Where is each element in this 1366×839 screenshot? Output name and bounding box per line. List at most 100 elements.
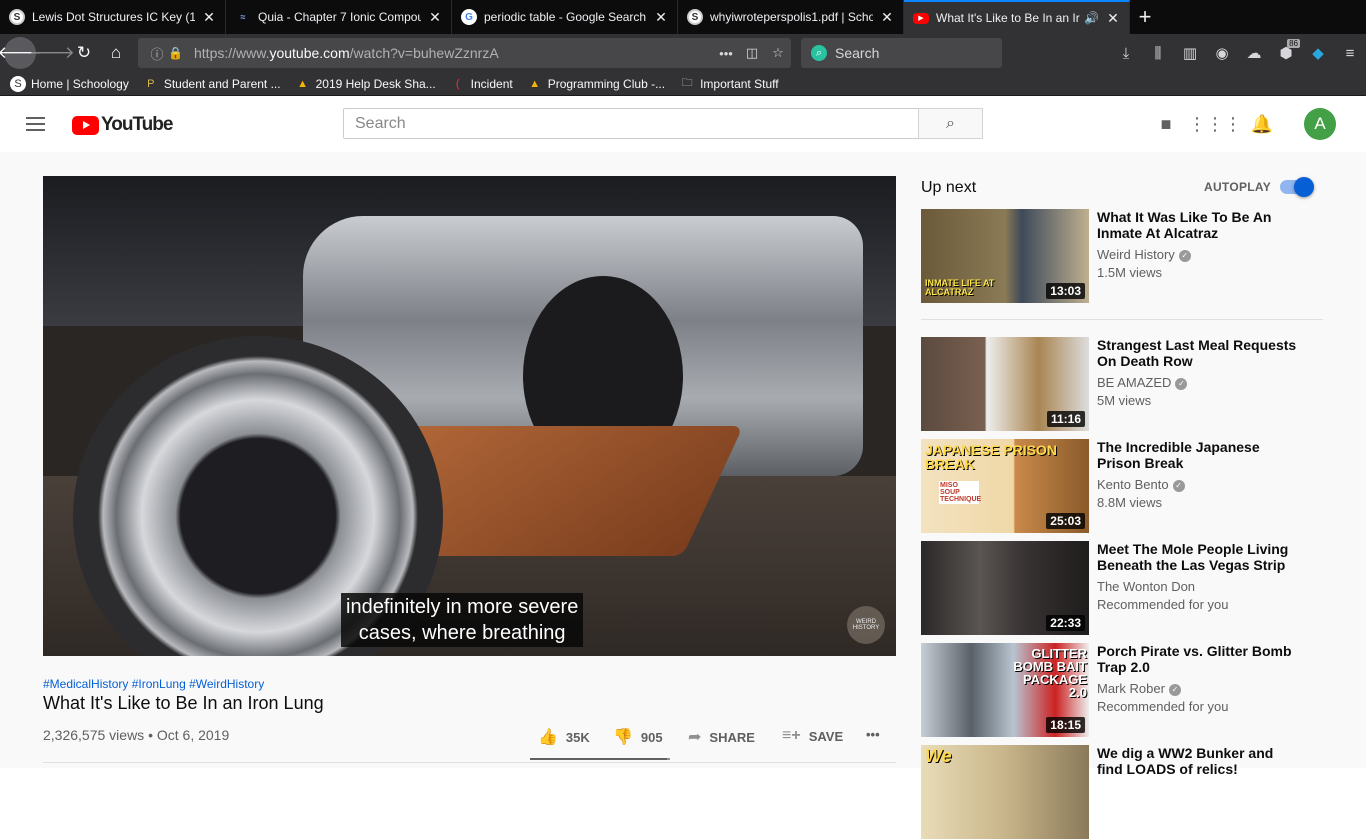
url-bar[interactable]: ⓘ 🔒 https://www.youtube.com/watch?v=buhe…: [138, 38, 791, 68]
thumbs-down-icon: 👎: [613, 729, 633, 746]
navigation-toolbar: 🡐 🡒 ↻ ⌂ ⓘ 🔒 https://www.youtube.com/watc…: [0, 34, 1366, 72]
home-button[interactable]: ⌂: [100, 37, 132, 69]
recommendation-item[interactable]: GLITTER BOMB BAIT PACKAGE 2.0 18:15 Porc…: [921, 643, 1331, 737]
video-hashtags[interactable]: #MedicalHistory #IronLung #WeirdHistory: [43, 677, 264, 691]
browser-search-input[interactable]: ⌕ Search: [801, 38, 1002, 68]
autoplay-label: AUTOPLAY: [1204, 180, 1272, 194]
url-text[interactable]: https://www.youtube.com/watch?v=buhewZzn…: [194, 45, 713, 61]
menu-icon[interactable]: ≡: [1334, 37, 1366, 69]
channel-name[interactable]: Weird History ✓: [1097, 247, 1191, 262]
view-count: 1.5M views: [1097, 265, 1163, 280]
bookmark-student-parent[interactable]: P Student and Parent ...: [143, 76, 280, 92]
page-actions-icon[interactable]: •••: [713, 46, 739, 61]
channel-name[interactable]: Kento Bento ✓: [1097, 477, 1185, 492]
lock-icon[interactable]: 🔒: [168, 46, 186, 60]
schoology-icon: S: [10, 75, 26, 92]
close-icon[interactable]: ✕: [427, 9, 443, 25]
thumbs-up-icon: 👍: [538, 729, 558, 746]
account-icon[interactable]: ◉: [1206, 37, 1238, 69]
toggle-knob[interactable]: [1294, 177, 1314, 197]
share-button[interactable]: ➦ SHARE: [688, 727, 755, 747]
youtube-logo[interactable]: YouTube: [72, 114, 173, 136]
notifications-bell-icon[interactable]: 🔔: [1250, 114, 1274, 134]
video-duration: 18:15: [1046, 717, 1085, 733]
video-duration: 11:16: [1046, 411, 1085, 427]
dropbox-icon[interactable]: ◆: [1302, 37, 1334, 69]
channel-watermark[interactable]: WEIRD HISTORY: [847, 606, 885, 644]
recommendation-title[interactable]: Strangest Last Meal Requests On Death Ro…: [1097, 337, 1297, 369]
hamburger-menu-icon[interactable]: [26, 117, 45, 131]
video-thumbnail[interactable]: 22:33: [921, 541, 1089, 635]
close-icon[interactable]: ✕: [1105, 10, 1121, 26]
tab-lewis-dot[interactable]: S Lewis Dot Structures IC Key (1) ✕: [0, 0, 226, 34]
video-thumbnail[interactable]: We: [921, 745, 1089, 839]
youtube-search-input[interactable]: Search: [343, 108, 919, 139]
google-drive-icon: ▲: [297, 77, 309, 90]
add-playlist-icon: ≡+: [782, 727, 801, 744]
channel-name[interactable]: Mark Rober ✓: [1097, 681, 1181, 696]
bookmark-star-icon[interactable]: ☆: [765, 45, 791, 61]
video-thumbnail[interactable]: INMATE LIFE AT ALCATRAZ 13:03: [921, 209, 1089, 303]
new-tab-button[interactable]: +: [1130, 0, 1160, 34]
more-actions-button[interactable]: •••: [866, 727, 880, 742]
speaker-icon[interactable]: 🔊: [1084, 11, 1099, 25]
ublock-icon[interactable]: ⬢ 86: [1270, 37, 1302, 69]
pocket-icon[interactable]: ◫: [739, 45, 765, 61]
close-icon[interactable]: ✕: [201, 9, 217, 25]
video-duration: 13:03: [1046, 283, 1085, 299]
channel-name[interactable]: The Wonton Don: [1097, 579, 1195, 594]
verified-icon: ✓: [1168, 683, 1181, 696]
search-button[interactable]: ⌕: [918, 108, 983, 139]
video-thumbnail[interactable]: 11:16: [921, 337, 1089, 431]
google-icon: G: [461, 9, 477, 25]
video-thumbnail[interactable]: JAPANESE PRISON BREAK MISO SOUP TECHNIQU…: [921, 439, 1089, 533]
extension-icon[interactable]: ☁: [1238, 37, 1270, 69]
forward-button[interactable]: 🡒: [29, 37, 75, 69]
folder-icon: 🗀: [681, 77, 693, 89]
close-icon[interactable]: ✕: [879, 9, 895, 25]
close-icon[interactable]: ✕: [653, 9, 669, 25]
schoology-icon: S: [687, 9, 703, 25]
tab-persepolis-pdf[interactable]: S whyiwroteperspolis1.pdf | Scho ✕: [678, 0, 904, 34]
bookmark-programming-club[interactable]: ▲ Programming Club -...: [527, 76, 665, 92]
search-engine-icon[interactable]: ⌕: [811, 45, 827, 61]
recommendation-item[interactable]: JAPANESE PRISON BREAK MISO SOUP TECHNIQU…: [921, 439, 1331, 533]
tab-periodic-table[interactable]: G periodic table - Google Search ✕: [452, 0, 678, 34]
bookmark-home-schoology[interactable]: S Home | Schoology: [10, 75, 129, 92]
bookmark-important-stuff[interactable]: 🗀 Important Stuff: [679, 76, 779, 92]
sidebar-icon[interactable]: ▥: [1174, 37, 1206, 69]
recommendation-item[interactable]: We We dig a WW2 Bunker and find LOADS of…: [921, 745, 1331, 839]
tab-strip: S Lewis Dot Structures IC Key (1) ✕ ≈ Qu…: [0, 0, 1366, 34]
dislike-button[interactable]: 👎 905: [613, 727, 663, 747]
bookmark-help-desk[interactable]: ▲ 2019 Help Desk Sha...: [295, 76, 436, 92]
reload-button[interactable]: ↻: [68, 37, 100, 69]
library-icon[interactable]: ⫼: [1142, 37, 1174, 69]
recommendation-title[interactable]: Meet The Mole People Living Beneath the …: [1097, 541, 1297, 573]
autoplay-toggle[interactable]: [1280, 177, 1314, 197]
verified-icon: ✓: [1178, 249, 1191, 262]
portal-icon: P: [147, 77, 155, 90]
channel-name[interactable]: BE AMAZED ✓: [1097, 375, 1188, 390]
like-button[interactable]: 👍 35K: [538, 727, 590, 747]
recommendation-title[interactable]: The Incredible Japanese Prison Break: [1097, 439, 1297, 471]
recommendation-item[interactable]: INMATE LIFE AT ALCATRAZ 13:03 What It Wa…: [921, 209, 1331, 303]
video-thumbnail[interactable]: GLITTER BOMB BAIT PACKAGE 2.0 18:15: [921, 643, 1089, 737]
recommendation-title[interactable]: We dig a WW2 Bunker and find LOADS of re…: [1097, 745, 1297, 777]
tab-title: Quia - Chapter 7 Ionic Compou: [258, 10, 421, 24]
apps-grid-icon[interactable]: ⋮⋮⋮: [1188, 114, 1242, 134]
search-placeholder: Search: [835, 45, 880, 61]
info-icon[interactable]: ⓘ: [146, 44, 168, 63]
create-video-icon[interactable]: ■: [1154, 114, 1178, 134]
bookmark-incident[interactable]: (Incident: [450, 76, 513, 92]
downloads-icon[interactable]: ⤓: [1110, 37, 1142, 69]
recommendation-item[interactable]: 22:33 Meet The Mole People Living Beneat…: [921, 541, 1331, 635]
avatar[interactable]: A: [1304, 108, 1336, 140]
video-player[interactable]: indefinitely in more severe cases, where…: [43, 176, 896, 656]
tab-iron-lung[interactable]: ▶ What It's Like to Be In an Iro 🔊 ✕: [904, 0, 1130, 34]
recommendation-title[interactable]: What It Was Like To Be An Inmate At Alca…: [1097, 209, 1297, 241]
recommendation-item[interactable]: 11:16 Strangest Last Meal Requests On De…: [921, 337, 1331, 431]
tab-quia[interactable]: ≈ Quia - Chapter 7 Ionic Compou ✕: [226, 0, 452, 34]
save-button[interactable]: ≡+ SAVE: [782, 727, 843, 745]
recommendation-title[interactable]: Porch Pirate vs. Glitter Bomb Trap 2.0: [1097, 643, 1297, 675]
youtube-icon: ▶: [913, 12, 929, 24]
